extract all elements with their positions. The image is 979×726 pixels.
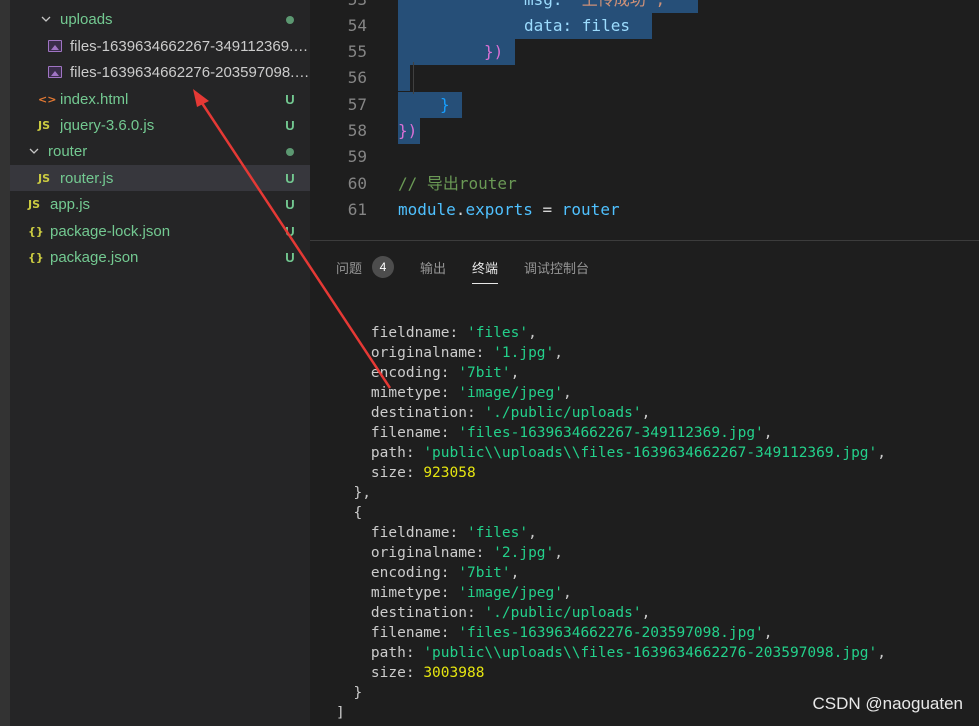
line-number: 57 (347, 95, 367, 114)
tree-item-label: jquery-3.6.0.js (60, 116, 155, 134)
line-number: 56 (347, 68, 367, 87)
terminal-line: path: 'public\\uploads\\files-1639634662… (353, 445, 886, 461)
untracked-badge: U (285, 196, 295, 212)
line-number: 61 (347, 200, 367, 219)
tree-item-label: package-lock.json (50, 222, 171, 240)
terminal-line: filename: 'files-1639634662267-349112369… (353, 425, 773, 441)
modified-dot-icon (280, 12, 300, 27)
terminal-line: filename: 'files-1639634662276-203597098… (353, 625, 773, 641)
line-number: 54 (347, 16, 367, 35)
chevron-down-icon (28, 145, 40, 157)
tab-terminal[interactable]: 终端 (472, 252, 499, 284)
terminal-line: size: 3003988 (353, 665, 485, 681)
untracked-badge: U (285, 117, 295, 133)
terminal-line: destination: './public/uploads', (353, 605, 651, 621)
terminal-line: originalname: '2.jpg', (353, 545, 563, 561)
tree-item-label: index.html (60, 90, 129, 108)
terminal-line: encoding: '7bit', (353, 365, 520, 381)
tab-problems[interactable]: 问题 4 (336, 252, 395, 282)
tree-item-app-js[interactable]: JS app.js U (10, 191, 310, 217)
code-line: 53 msg: '上传成功', (310, 0, 979, 13)
line-number: 55 (347, 42, 367, 61)
problems-count-badge: 4 (372, 256, 395, 278)
code-line: 61 module.exports = router (310, 197, 979, 223)
js-file-icon: JS (38, 118, 51, 132)
terminal-line: }, (353, 485, 371, 501)
tree-item-package-json[interactable]: {} package.json U (10, 244, 310, 270)
terminal-line: originalname: '1.jpg', (353, 345, 563, 361)
image-file-icon (48, 66, 66, 78)
bottom-panel: 问题 4 输出 终端 调试控制台 fieldname: 'files', orig… (310, 240, 979, 726)
panel-tabs: 问题 4 输出 终端 调试控制台 (336, 251, 615, 284)
tree-item-file[interactable]: files-1639634662267-349112369.jpg (10, 33, 310, 59)
tree-item-jquery-js[interactable]: JS jquery-3.6.0.js U (10, 112, 310, 138)
terminal-line: fieldname: 'files', (353, 525, 537, 541)
tree-item-package-lock-json[interactable]: {} package-lock.json U (10, 218, 310, 244)
tree-item-index-html[interactable]: <> index.html U (10, 86, 310, 112)
tree-item-label: uploads (60, 10, 113, 28)
line-number: 58 (347, 121, 367, 140)
code-text: // 导出router (398, 174, 517, 193)
js-file-icon: JS (38, 171, 51, 185)
untracked-badge: U (285, 170, 295, 186)
code-text: module.exports = router (398, 200, 620, 219)
terminal-line: path: 'public\\uploads\\files-1639634662… (353, 645, 886, 661)
modified-dot-icon (280, 144, 300, 159)
line-number: 59 (347, 147, 367, 166)
code-text: msg: '上传成功', (524, 0, 665, 13)
json-file-icon: {} (28, 224, 44, 238)
tree-item-label: app.js (50, 195, 91, 213)
code-line: 60 // 导出router (310, 171, 979, 197)
tree-item-router-js[interactable]: JS router.js U (10, 165, 310, 191)
terminal-line: mimetype: 'image/jpeg', (353, 585, 572, 601)
tree-item-label: router (48, 142, 88, 160)
activity-bar (0, 0, 10, 726)
code-editor[interactable]: 53 msg: '上传成功', 54 data: files 55 }) 56 … (310, 0, 979, 240)
indent-guide (413, 62, 414, 94)
terminal-line: encoding: '7bit', (353, 565, 520, 581)
terminal-line: { (353, 505, 363, 521)
tree-item-label: package.json (50, 248, 139, 266)
chevron-down-icon (40, 13, 52, 25)
selection-highlight (398, 92, 462, 118)
untracked-badge: U (285, 249, 295, 265)
code-line: 57 } (310, 92, 979, 118)
code-line: 54 data: files (310, 13, 979, 39)
terminal-line: mimetype: 'image/jpeg', (353, 385, 572, 401)
code-line: 56 (310, 65, 979, 91)
tree-item-uploads-folder[interactable]: uploads (10, 6, 310, 32)
line-number: 53 (310, 0, 367, 13)
line-number: 60 (347, 174, 367, 193)
terminal-line: size: 923058 (353, 465, 476, 481)
tab-output[interactable]: 输出 (420, 252, 446, 282)
code-line: 58 }) (310, 118, 979, 144)
tree-item-label: files-1639634662267-349112369.jpg (70, 37, 310, 55)
tree-item-label: files-1639634662276-203597098.jpg (70, 63, 310, 81)
tree-item-router-folder[interactable]: router (10, 138, 310, 164)
watermark: CSDN @naoguaten (812, 694, 963, 713)
code-line: 55 }) (310, 39, 979, 65)
tree-item-file[interactable]: files-1639634662276-203597098.jpg (10, 59, 310, 85)
terminal-line: destination: './public/uploads', (353, 405, 651, 421)
json-file-icon: {} (28, 250, 44, 264)
code-text: }) (398, 121, 418, 140)
untracked-badge: U (285, 91, 295, 107)
tree-item-label: router.js (60, 169, 114, 187)
code-text: } (440, 95, 450, 114)
untracked-badge: U (285, 223, 295, 239)
terminal-line: fieldname: 'files', (353, 325, 537, 341)
image-file-icon (48, 40, 66, 52)
selection-highlight (398, 65, 410, 91)
tab-debug-console[interactable]: 调试控制台 (524, 252, 589, 282)
explorer-sidebar: uploads files-1639634662267-349112369.jp… (10, 0, 310, 726)
js-file-icon: JS (28, 197, 41, 211)
code-text: data: files (524, 16, 630, 35)
code-line: 59 (310, 144, 979, 170)
code-text: }) (484, 42, 504, 61)
html-file-icon: <> (38, 92, 57, 106)
